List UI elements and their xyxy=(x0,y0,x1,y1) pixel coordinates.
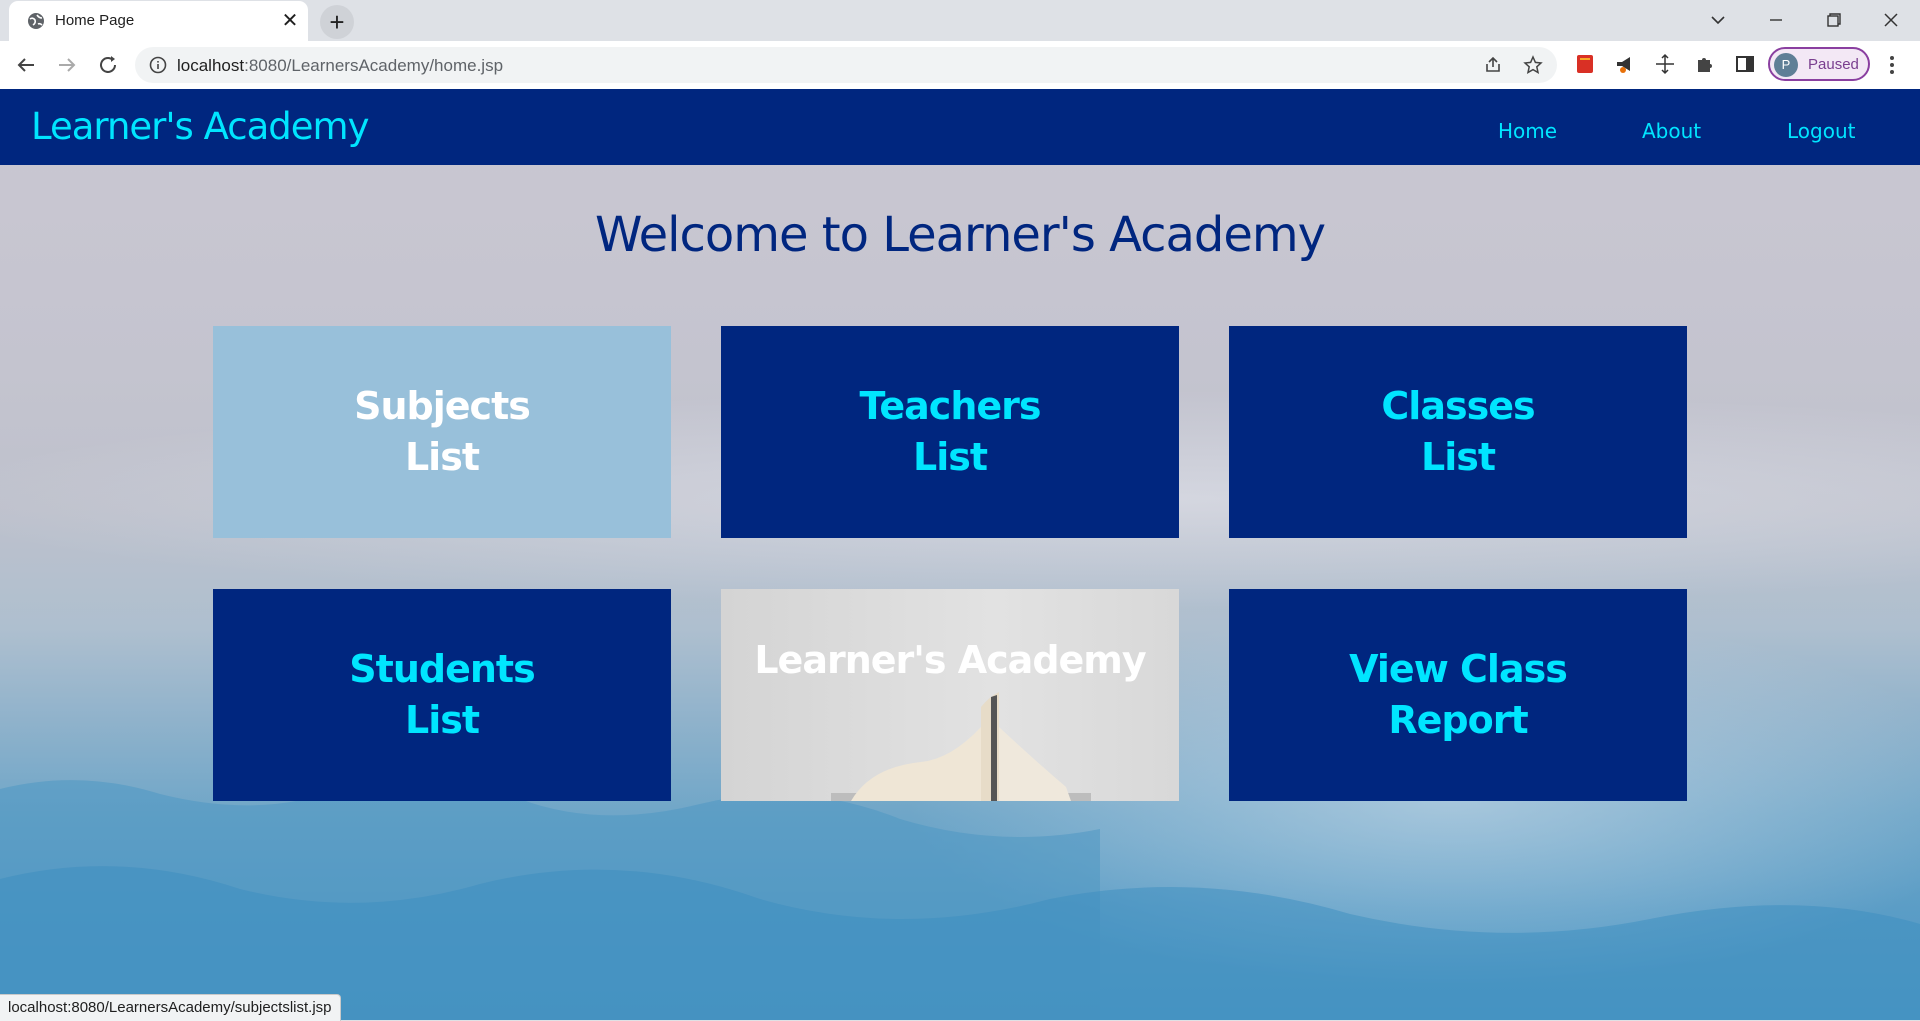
url-path: :8080/LearnersAcademy/home.jsp xyxy=(244,56,504,75)
globe-icon xyxy=(28,13,44,29)
chevron-down-icon[interactable] xyxy=(1703,8,1733,32)
url-host: localhost xyxy=(177,56,245,75)
move-icon[interactable] xyxy=(1654,53,1676,75)
tile-label: Subjects List xyxy=(354,384,531,479)
browser-toolbar: localhost:8080/LearnersAcademy/home.jsp … xyxy=(0,41,1920,90)
tile-label: Classes List xyxy=(1381,384,1535,479)
tile-teachers-list[interactable]: Teachers List xyxy=(721,326,1179,538)
book-image xyxy=(831,692,1091,801)
tile-academy-image: Learner's Academy xyxy=(721,589,1179,801)
tile-label: Learner's Academy xyxy=(754,638,1146,682)
tile-students-list[interactable]: Students List xyxy=(213,589,671,801)
reload-icon[interactable] xyxy=(96,53,120,77)
tile-view-class-report[interactable]: View Class Report xyxy=(1229,589,1687,801)
url-text: localhost:8080/LearnersAcademy/home.jsp xyxy=(177,56,503,76)
back-icon[interactable] xyxy=(14,53,38,77)
nav-link-logout[interactable]: Logout xyxy=(1787,119,1855,143)
extension-icon[interactable] xyxy=(1574,53,1596,75)
forward-icon[interactable] xyxy=(55,53,79,77)
restore-icon[interactable] xyxy=(1818,8,1848,32)
nav-link-about[interactable]: About xyxy=(1642,119,1701,143)
profile-status: Paused xyxy=(1808,56,1859,73)
tile-subjects-list[interactable]: Subjects List xyxy=(213,326,671,538)
sidepanel-icon[interactable] xyxy=(1734,53,1756,75)
avatar: P xyxy=(1774,53,1798,77)
minimize-icon[interactable] xyxy=(1761,8,1791,32)
nav-link-home[interactable]: Home xyxy=(1498,119,1557,143)
tab-title: Home Page xyxy=(55,12,135,29)
star-icon[interactable] xyxy=(1523,55,1543,75)
window-close-icon[interactable] xyxy=(1876,8,1906,32)
tile-label: Students List xyxy=(349,647,535,742)
page-viewport: Learner's Academy Home About Logout Welc… xyxy=(0,89,1920,1020)
puzzle-icon[interactable] xyxy=(1694,53,1716,75)
tab-home-page[interactable]: Home Page ✕ xyxy=(9,1,308,41)
brand-logo[interactable]: Learner's Academy xyxy=(31,105,369,148)
new-tab-button[interactable]: + xyxy=(320,5,354,39)
address-bar[interactable]: localhost:8080/LearnersAcademy/home.jsp xyxy=(135,47,1557,83)
tab-strip: Home Page ✕ + xyxy=(0,0,1920,41)
profile-button[interactable]: P Paused xyxy=(1768,47,1870,81)
status-bar: localhost:8080/LearnersAcademy/subjectsl… xyxy=(0,994,341,1021)
top-navbar: Learner's Academy Home About Logout xyxy=(0,89,1920,165)
close-icon[interactable]: ✕ xyxy=(280,11,300,31)
info-icon[interactable] xyxy=(149,56,167,74)
megaphone-icon[interactable] xyxy=(1614,53,1636,75)
tile-label: Teachers List xyxy=(859,384,1042,479)
share-icon[interactable] xyxy=(1483,55,1503,75)
tile-classes-list[interactable]: Classes List xyxy=(1229,326,1687,538)
plus-icon: + xyxy=(329,7,345,37)
page-title: Welcome to Learner's Academy xyxy=(594,207,1326,263)
tile-label: View Class Report xyxy=(1349,647,1568,742)
kebab-menu-icon[interactable] xyxy=(1884,53,1900,77)
